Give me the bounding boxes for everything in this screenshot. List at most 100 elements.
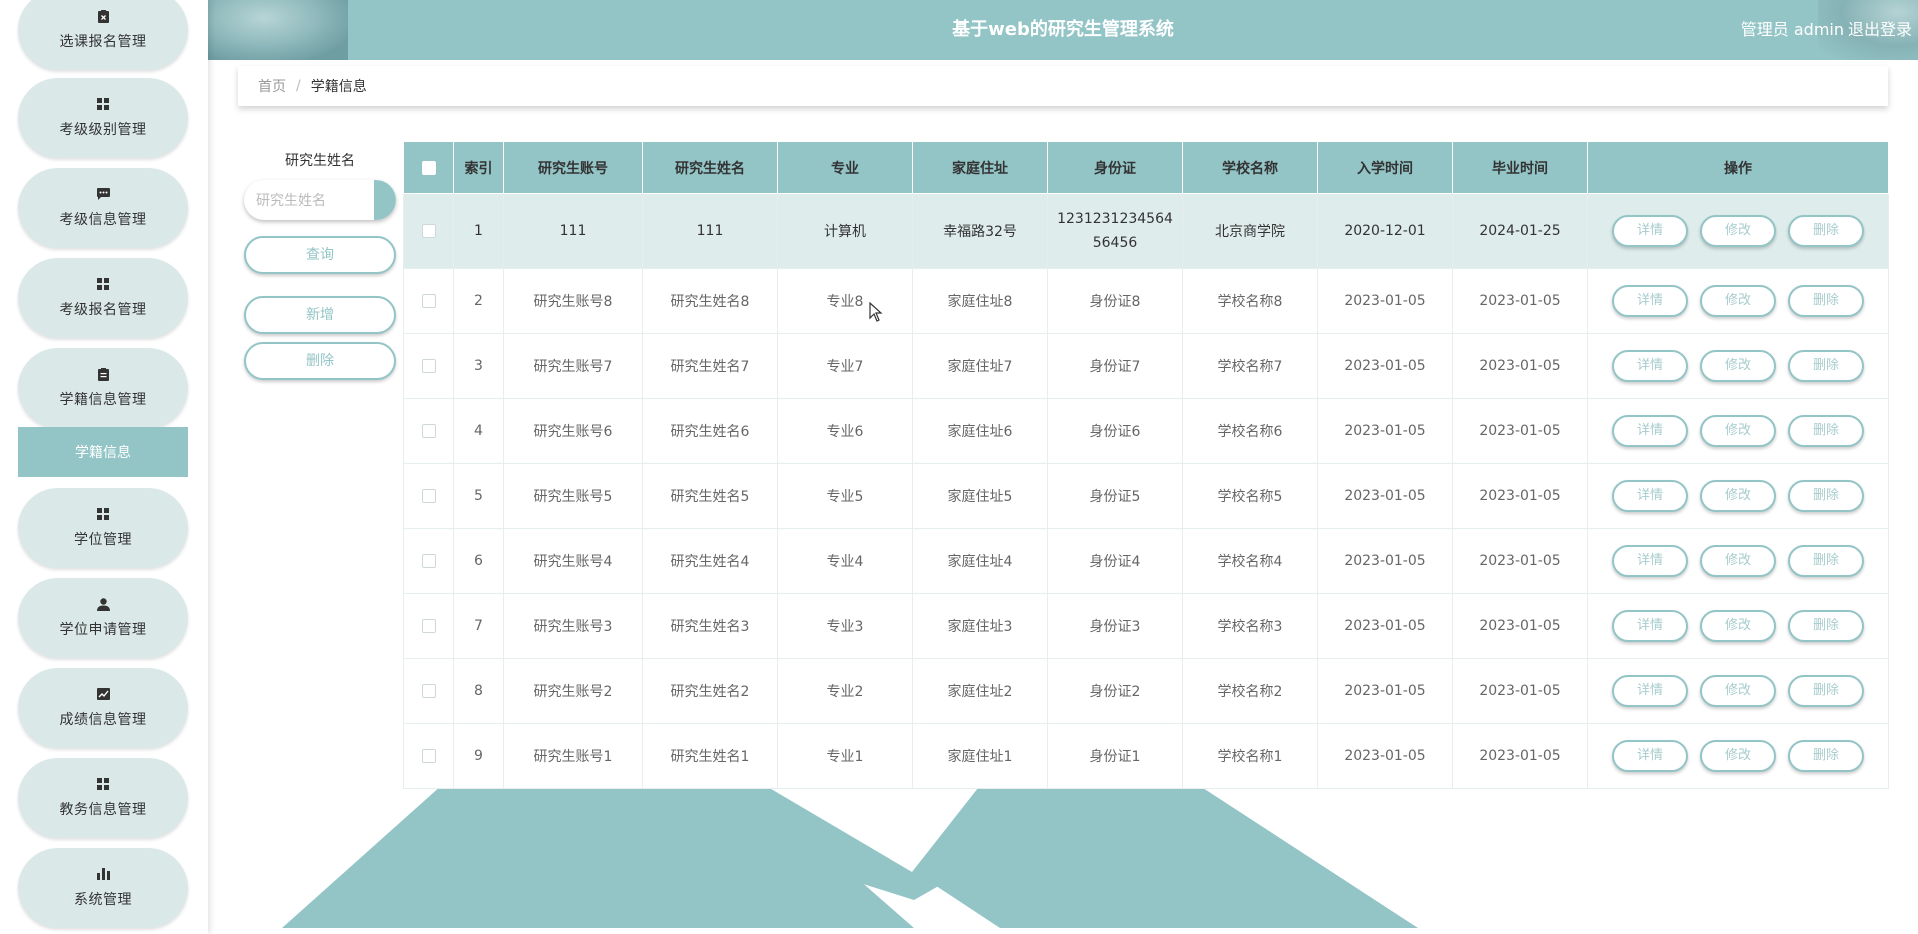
delete-button[interactable]: 删除	[1788, 740, 1864, 772]
cell-account: 研究生账号3	[503, 593, 643, 659]
delete-button[interactable]: 删除	[1788, 215, 1864, 247]
cell-school: 学校名称2	[1182, 658, 1318, 724]
delete-button[interactable]: 删除	[1788, 545, 1864, 577]
row-checkbox[interactable]	[421, 684, 436, 698]
cell-enroll-date: 2023-01-05	[1317, 528, 1453, 594]
breadcrumb-home[interactable]: 首页	[258, 76, 286, 96]
edit-button[interactable]: 修改	[1700, 545, 1776, 577]
header-bar: 基于web的研究生管理系统 管理员 admin 退出登录	[208, 0, 1918, 60]
add-button[interactable]: 新增	[244, 296, 396, 334]
cell-actions: 详情 修改 删除	[1587, 528, 1889, 594]
delete-button[interactable]: 删除	[1788, 480, 1864, 512]
sidebar-item[interactable]: 考级级别管理	[18, 78, 188, 158]
cell-account: 研究生账号8	[503, 268, 643, 334]
cell-address: 家庭住址5	[912, 463, 1048, 529]
delete-button[interactable]: 删除	[1788, 610, 1864, 642]
edit-button[interactable]: 修改	[1700, 215, 1776, 247]
detail-button[interactable]: 详情	[1612, 610, 1688, 642]
cell-id-card: 身份证2	[1047, 658, 1183, 724]
detail-button[interactable]: 详情	[1612, 415, 1688, 447]
grid-icon	[96, 97, 110, 111]
search-label: 研究生姓名	[285, 153, 355, 169]
row-checkbox[interactable]	[421, 554, 436, 568]
select-all-checkbox[interactable]	[421, 160, 436, 175]
logout-link[interactable]: 退出登录	[1848, 0, 1912, 60]
row-checkbox[interactable]	[421, 294, 436, 308]
sidebar-item[interactable]: 教务信息管理	[18, 758, 188, 838]
cell-graduate-date: 2023-01-05	[1452, 268, 1588, 334]
cell-account: 研究生账号6	[503, 398, 643, 464]
sidebar: 选课报名管理 考级级别管理 考级信息管理 考级报名管理 学籍信息管理 学位管理 …	[0, 0, 208, 934]
edit-button[interactable]: 修改	[1700, 610, 1776, 642]
edit-button[interactable]: 修改	[1700, 480, 1776, 512]
detail-button[interactable]: 详情	[1612, 480, 1688, 512]
cell-id-card: 身份证1	[1047, 723, 1183, 789]
batch-delete-button[interactable]: 删除	[244, 342, 396, 380]
edit-button[interactable]: 修改	[1700, 740, 1776, 772]
row-checkbox[interactable]	[421, 359, 436, 373]
cell-graduate-date: 2023-01-05	[1452, 463, 1588, 529]
column-header: 研究生姓名	[642, 141, 778, 194]
row-select-cell	[403, 528, 454, 594]
sidebar-item[interactable]: 学位申请管理	[18, 578, 188, 658]
cell-name: 研究生姓名8	[642, 268, 778, 334]
edit-button[interactable]: 修改	[1700, 675, 1776, 707]
row-select-cell	[403, 193, 454, 269]
detail-button[interactable]: 详情	[1612, 740, 1688, 772]
cell-actions: 详情 修改 删除	[1587, 723, 1889, 789]
table-row: 1 111 111 计算机 幸福路32号 1231231234564 56456 …	[403, 193, 1889, 269]
cell-actions: 详情 修改 删除	[1587, 593, 1889, 659]
cell-id-card: 身份证5	[1047, 463, 1183, 529]
cell-major: 专业2	[777, 658, 913, 724]
detail-button[interactable]: 详情	[1612, 285, 1688, 317]
row-select-cell	[403, 463, 454, 529]
column-header: 家庭住址	[912, 141, 1048, 194]
detail-button[interactable]: 详情	[1612, 215, 1688, 247]
column-header: 专业	[777, 141, 913, 194]
sidebar-item[interactable]: 学位管理	[18, 488, 188, 568]
grid-icon	[96, 777, 110, 791]
row-checkbox[interactable]	[421, 489, 436, 503]
cell-address: 家庭住址1	[912, 723, 1048, 789]
message-icon	[96, 187, 110, 201]
sidebar-subitem-active[interactable]: 学籍信息	[18, 427, 188, 477]
sidebar-item[interactable]: 成绩信息管理	[18, 668, 188, 748]
row-checkbox[interactable]	[421, 619, 436, 633]
sidebar-item[interactable]: 考级报名管理	[18, 258, 188, 338]
cell-account: 111	[503, 193, 643, 269]
cell-major: 专业5	[777, 463, 913, 529]
cell-actions: 详情 修改 删除	[1587, 193, 1889, 269]
detail-button[interactable]: 详情	[1612, 675, 1688, 707]
row-checkbox[interactable]	[421, 749, 436, 763]
cell-enroll-date: 2023-01-05	[1317, 333, 1453, 399]
delete-button[interactable]: 删除	[1788, 350, 1864, 382]
table-row: 8 研究生账号2 研究生姓名2 专业2 家庭住址2 身份证2 学校名称2 202…	[403, 658, 1889, 724]
delete-button[interactable]: 删除	[1788, 285, 1864, 317]
cell-id-card: 1231231234564 56456	[1047, 193, 1183, 269]
sidebar-item[interactable]: 选课报名管理	[18, 0, 188, 70]
detail-button[interactable]: 详情	[1612, 350, 1688, 382]
sidebar-item[interactable]: 学籍信息管理	[18, 348, 188, 428]
query-button[interactable]: 查询	[244, 236, 396, 274]
row-checkbox[interactable]	[421, 424, 436, 438]
delete-button[interactable]: 删除	[1788, 675, 1864, 707]
cell-actions: 详情 修改 删除	[1587, 268, 1889, 334]
cell-address: 家庭住址2	[912, 658, 1048, 724]
column-header: 毕业时间	[1452, 141, 1588, 194]
row-checkbox[interactable]	[421, 224, 436, 238]
sidebar-item-label: 系统管理	[74, 892, 132, 908]
sidebar-item[interactable]: 考级信息管理	[18, 168, 188, 248]
edit-button[interactable]: 修改	[1700, 350, 1776, 382]
edit-button[interactable]: 修改	[1700, 285, 1776, 317]
search-input[interactable]	[244, 180, 378, 220]
cell-index: 9	[453, 723, 504, 789]
sidebar-item[interactable]: 系统管理	[18, 848, 188, 928]
cell-actions: 详情 修改 删除	[1587, 463, 1889, 529]
cell-name: 研究生姓名6	[642, 398, 778, 464]
delete-button[interactable]: 删除	[1788, 415, 1864, 447]
cell-address: 家庭住址6	[912, 398, 1048, 464]
edit-button[interactable]: 修改	[1700, 415, 1776, 447]
detail-button[interactable]: 详情	[1612, 545, 1688, 577]
cell-account: 研究生账号1	[503, 723, 643, 789]
app-title: 基于web的研究生管理系统	[952, 19, 1174, 40]
